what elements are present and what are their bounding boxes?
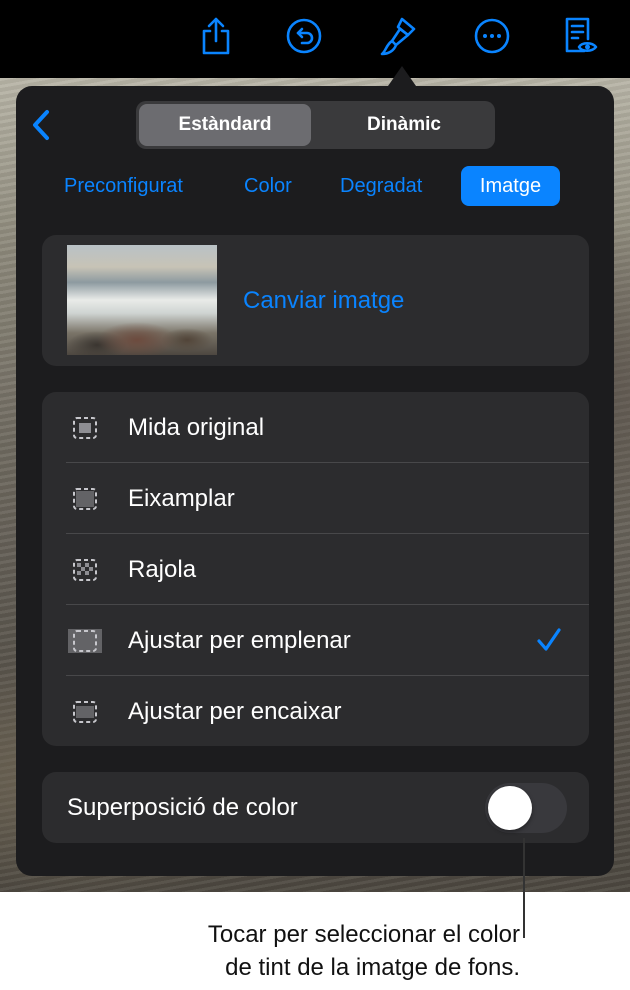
original-size-icon — [72, 416, 98, 440]
list-item-label: Mida original — [128, 414, 265, 441]
scale-options-list: Mida original Eixamplar Rajola Ajustar p… — [42, 392, 589, 746]
tab-preset[interactable]: Preconfigurat — [64, 166, 183, 206]
list-item-label: Rajola — [128, 556, 197, 583]
scale-to-fit-icon — [72, 700, 98, 724]
image-thumbnail[interactable] — [67, 245, 217, 355]
popover-arrow — [388, 66, 416, 86]
scale-to-fill-icon — [68, 629, 102, 653]
style-segmented-control: Estàndard Dinàmic — [136, 101, 495, 149]
checkmark-icon — [536, 627, 562, 658]
tile-icon — [72, 558, 98, 582]
segment-dynamic[interactable]: Dinàmic — [316, 104, 492, 146]
callout-text: Tocar per seleccionar el color de tint d… — [80, 918, 520, 984]
tab-image[interactable]: Imatge — [461, 166, 560, 206]
stretch-icon — [72, 487, 98, 511]
image-card: Canviar imatge — [42, 235, 589, 366]
list-item-original-size[interactable]: Mida original — [42, 392, 589, 463]
list-item-stretch[interactable]: Eixamplar — [42, 463, 589, 534]
tab-gradient[interactable]: Degradat — [340, 166, 422, 206]
share-icon[interactable] — [196, 14, 236, 58]
callout-leader-line — [523, 838, 525, 938]
list-item-label: Ajustar per emplenar — [128, 627, 351, 654]
list-item-label: Eixamplar — [128, 485, 235, 512]
color-overlay-switch[interactable] — [485, 783, 567, 833]
color-overlay-row: Superposició de color — [42, 772, 589, 843]
change-image-button[interactable]: Canviar imatge — [243, 287, 404, 315]
format-brush-icon[interactable] — [378, 14, 418, 58]
list-item-label: Ajustar per encaixar — [128, 698, 342, 725]
list-item-tile[interactable]: Rajola — [42, 534, 589, 605]
list-item-scale-to-fit[interactable]: Ajustar per encaixar — [42, 676, 589, 747]
segment-standard[interactable]: Estàndard — [139, 104, 311, 146]
color-overlay-label: Superposició de color — [67, 794, 298, 821]
callout-line-2: de tint de la imatge de fons. — [225, 954, 520, 981]
undo-icon[interactable] — [284, 14, 324, 58]
toolbar — [0, 0, 630, 78]
list-item-scale-to-fill[interactable]: Ajustar per emplenar — [42, 605, 589, 676]
back-chevron-icon[interactable] — [28, 108, 54, 142]
callout-line-1: Tocar per seleccionar el color — [207, 921, 520, 948]
reader-view-icon[interactable] — [560, 14, 600, 58]
more-icon[interactable] — [472, 14, 512, 58]
tab-color[interactable]: Color — [244, 166, 292, 206]
switch-knob — [488, 786, 532, 830]
